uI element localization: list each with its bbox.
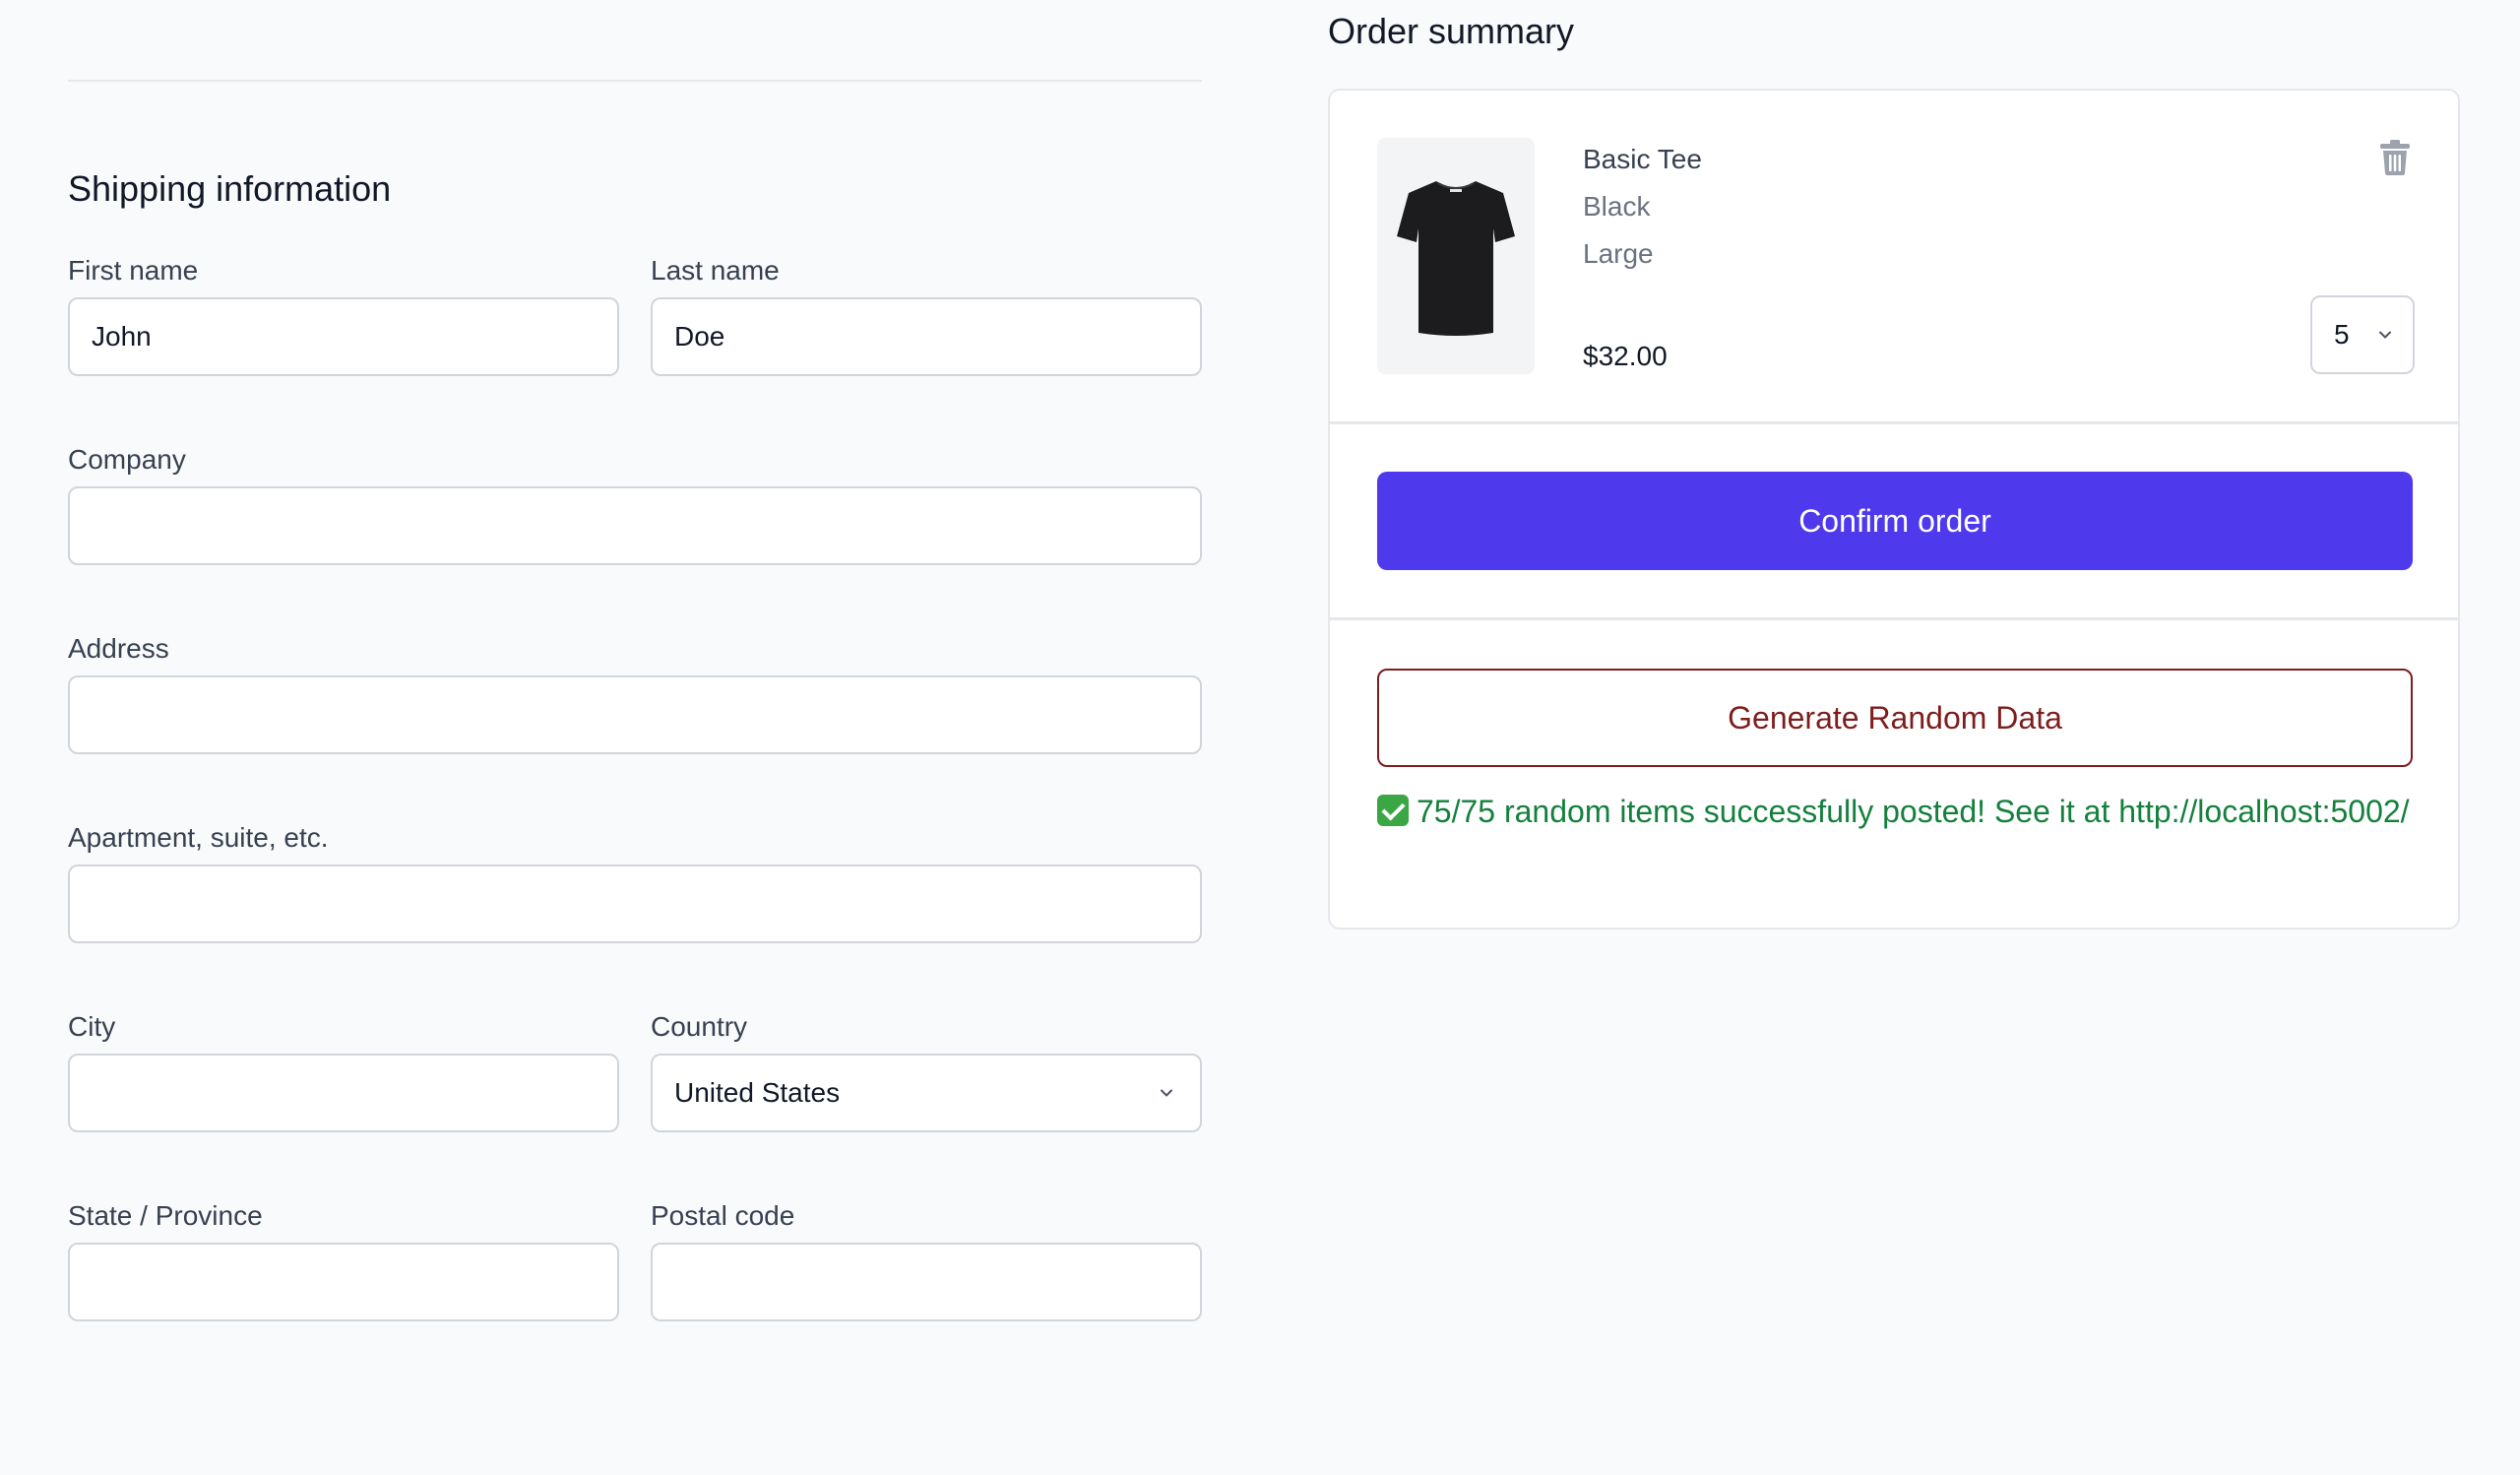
divider [1330, 617, 2458, 620]
first-name-label: First name [68, 255, 199, 286]
apartment-input[interactable] [68, 865, 1202, 943]
country-select[interactable]: United States [651, 1054, 1202, 1132]
summary-title: Order summary [1328, 11, 1575, 51]
company-label: Company [68, 444, 186, 475]
check-icon [1377, 795, 1409, 826]
divider [68, 80, 1202, 82]
chevron-down-icon [2379, 331, 2391, 339]
quantity-value: 5 [2334, 319, 2350, 350]
country-label: Country [651, 1011, 748, 1042]
state-field: State / Province [68, 1199, 619, 1321]
product-image [1377, 138, 1535, 374]
apartment-label: Apartment, suite, etc. [68, 822, 329, 853]
divider [1330, 421, 2458, 424]
country-value: United States [674, 1077, 841, 1108]
generate-random-data-button[interactable]: Generate Random Data [1377, 669, 2413, 767]
city-input[interactable] [68, 1054, 619, 1132]
apartment-field: Apartment, suite, etc. [68, 821, 1202, 943]
product-name: Basic Tee [1583, 144, 1702, 174]
last-name-input[interactable]: Doe [651, 297, 1202, 376]
address-field: Address [68, 632, 1202, 754]
postal-label: Postal code [651, 1200, 795, 1231]
state-label: State / Province [68, 1200, 263, 1231]
city-label: City [68, 1011, 116, 1042]
address-label: Address [68, 633, 169, 664]
first-name-input[interactable]: John [68, 297, 619, 376]
checkout-page: Shipping information First name John Las… [0, 0, 2520, 1475]
chevron-down-icon [1161, 1089, 1172, 1097]
status-message: 75/75 random items successfully posted! … [1377, 788, 2413, 835]
status-text: 75/75 random items successfully posted! … [1417, 794, 2410, 829]
shipping-title: Shipping information [68, 168, 392, 209]
state-input[interactable] [68, 1243, 619, 1321]
address-input[interactable] [68, 675, 1202, 754]
company-input[interactable] [68, 486, 1202, 565]
confirm-order-button[interactable]: Confirm order [1377, 472, 2413, 570]
last-name-label: Last name [651, 255, 780, 286]
last-name-field: Last name Doe [651, 254, 1202, 376]
quantity-select[interactable]: 5 [2310, 295, 2415, 374]
postal-field: Postal code [651, 1199, 1202, 1321]
tshirt-icon [1397, 181, 1515, 336]
summary-card: Basic Tee Black Large $32.00 5 Confirm o… [1328, 89, 2460, 930]
product-color: Black [1583, 191, 1651, 222]
trash-icon [2380, 140, 2410, 175]
first-name-field: First name John [68, 254, 619, 376]
postal-input[interactable] [651, 1243, 1202, 1321]
remove-item-button[interactable] [2375, 136, 2415, 179]
company-field: Company [68, 443, 1202, 565]
product-size: Large [1583, 238, 1654, 269]
product-price: $32.00 [1583, 341, 1668, 371]
country-field: Country United States [651, 1010, 1202, 1132]
city-field: City [68, 1010, 619, 1132]
